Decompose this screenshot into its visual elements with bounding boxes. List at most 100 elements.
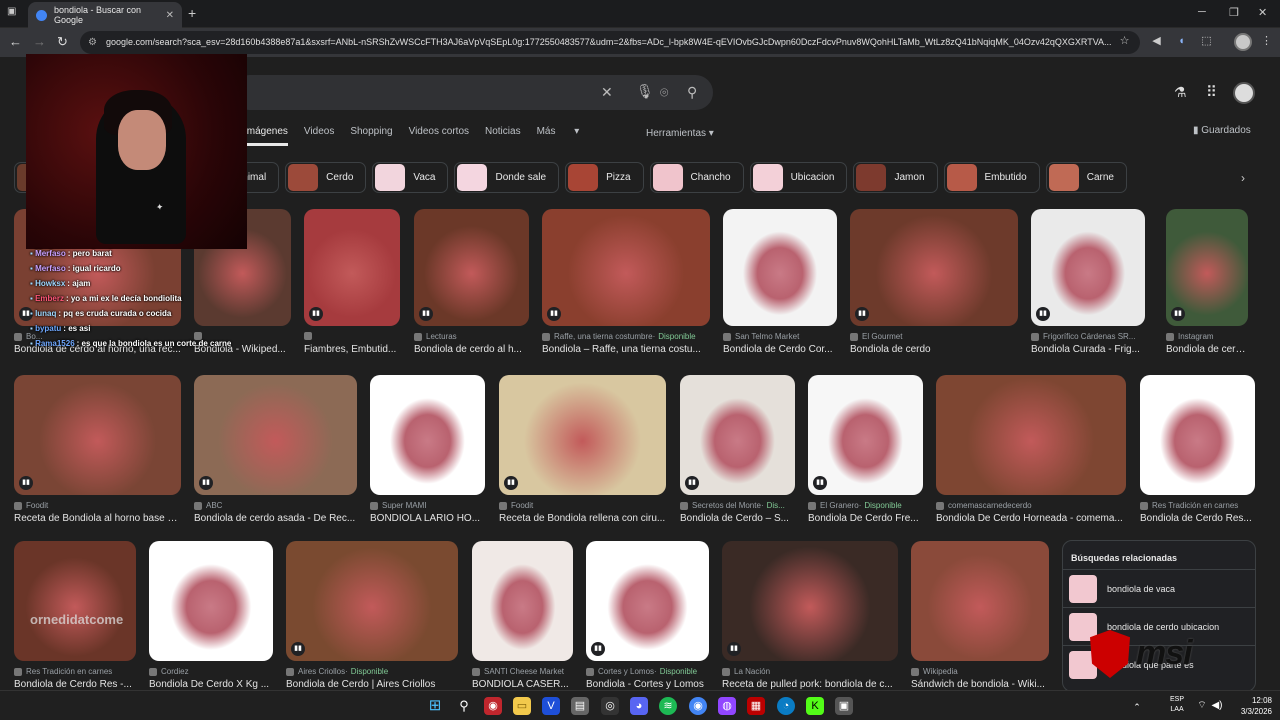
result-source[interactable]: comemascarnedecerdo [936,501,1126,510]
image-result[interactable]: ▮▮ Aires Criollos · Disponible Bondiola de… [286,541,458,690]
result-thumbnail[interactable] [911,541,1049,661]
result-thumbnail[interactable]: ▮▮ [194,375,357,495]
labs-flask-icon[interactable]: ⚗ [1174,84,1187,101]
result-source[interactable]: San Telmo Market [723,332,837,341]
result-title[interactable]: Bondiola Curada - Frig... [1031,344,1145,355]
image-result[interactable]: ▮▮ Foodit Receta de Bondiola rellena con c… [499,375,666,535]
image-result[interactable]: ▮▮ ABC Bondiola de cerdo asada - De Rec... [194,375,357,535]
result-source[interactable]: Lecturas [414,332,529,341]
result-source[interactable]: Foodit [14,501,181,510]
image-result[interactable]: ▮▮ Raffe, una tierna costumbre · Disponib… [542,209,710,366]
result-thumbnail[interactable]: ▮▮ [286,541,458,661]
image-result[interactable]: ▮▮ La Nación Receta de pulled pork: bondio… [722,541,898,690]
image-result[interactable]: ▮▮ Frigorífico Cárdenas SR... Bondiola Cur… [1031,209,1145,366]
browser-tab[interactable]: bondiola - Buscar con Google ✕ [28,2,182,28]
result-title[interactable]: BONDIOLA CASER... [472,679,573,690]
tray-chevron-icon[interactable]: ⌃ [1128,698,1146,716]
browser-menu-icon[interactable]: ⋮ [1260,35,1273,48]
image-result[interactable]: ▮▮ Secretos del Monte · Dis... Bondiola de… [680,375,795,535]
result-title[interactable]: Bondiola de cerdo al h... [414,344,529,355]
result-title[interactable]: Bondiola de Cerdo | Aires Criollos [286,679,458,690]
result-thumbnail[interactable] [370,375,485,495]
saved-button[interactable]: ▮ Guardados [1193,125,1251,136]
result-thumbnail[interactable]: ▮▮ [304,209,400,326]
result-thumbnail[interactable] [472,541,573,661]
result-source[interactable]: Res Tradición en carnes [1140,501,1255,510]
result-thumbnail[interactable] [723,209,837,326]
result-source[interactable]: SANTI Cheese Market [472,667,573,676]
result-title[interactable]: BONDIOLA LARIO HO... [370,513,485,524]
microphone-icon[interactable]: 🎙 [636,83,654,100]
result-title[interactable]: Fiambres, Embutid... [304,344,400,355]
app-gray-icon[interactable]: ▣ [835,697,853,715]
result-thumbnail[interactable] [936,375,1126,495]
image-result[interactable]: San Telmo Market Bondiola de Cerdo Cor... [723,209,837,366]
app-purple-icon[interactable]: ◍ [718,697,736,715]
result-thumbnail[interactable]: ▮▮ [499,375,666,495]
image-result[interactable]: ▮▮ Cortes y Lomos · Disponible Bondiola - … [586,541,709,690]
result-source[interactable]: ABC [194,501,357,510]
result-source[interactable] [304,332,400,340]
spotify-icon[interactable]: ≋ [659,697,677,715]
result-source[interactable]: Cordiez [149,667,273,676]
language-indicator[interactable]: ESP LAA [1170,695,1184,715]
back-icon[interactable]: ← [9,34,22,49]
result-title[interactable]: Bondiola - Cortes y Lomos [586,679,709,690]
result-title[interactable]: Receta de pulled pork: bondiola de c... [722,679,898,690]
result-source[interactable]: Raffe, una tierna costumbre · Disponible [542,332,710,341]
result-title[interactable]: Bondiola de cerdo asada - De Rec... [194,513,357,524]
result-title[interactable]: Bondiola De Cerdo Fre... [808,513,923,524]
tools-button[interactable]: Herramientas ▾ [646,128,714,139]
chip-chancho[interactable]: Chancho [649,162,744,193]
system-clock[interactable]: 12:08 3/3/2026 [1241,695,1272,717]
tab-news[interactable]: Noticias [485,126,521,146]
chip-vaca[interactable]: Vaca [372,162,449,193]
chip-carne[interactable]: Carne [1045,162,1127,193]
extensions-puzzle-icon[interactable]: ⬚ [1200,35,1213,48]
windows-start-icon[interactable]: ⊞ [426,697,444,715]
image-result[interactable]: ▮▮ El Gourmet Bondiola de cerdo [850,209,1018,366]
result-thumbnail[interactable]: ▮▮ [14,375,181,495]
result-thumbnail[interactable]: ▮▮ [542,209,710,326]
google-apps-icon[interactable]: ⠿ [1206,83,1217,101]
tab-images[interactable]: Imágenes [244,126,288,146]
result-thumbnail[interactable]: ▮▮ [414,209,529,326]
image-result[interactable]: Res Tradición en carnes Bondiola de Cerdo… [1140,375,1255,535]
lens-camera-icon[interactable]: ⌾ [660,84,668,101]
site-info-icon[interactable]: ⚙ [88,31,97,54]
forward-icon[interactable]: → [33,34,46,49]
image-result[interactable]: comemascarnedecerdo Bondiola De Cerdo Hor… [936,375,1126,535]
result-source[interactable]: Foodit [499,501,666,510]
app-red2-icon[interactable]: ▦ [747,697,765,715]
result-source[interactable]: Super MAMI [370,501,485,510]
obs-icon[interactable]: ◎ [601,697,619,715]
app-window-icon[interactable]: ▤ [571,697,589,715]
result-title[interactable]: Bondiola de Cerdo – S... [680,513,795,524]
image-result[interactable]: ▮▮ Fiambres, Embutid... [304,209,400,366]
image-result[interactable]: Wikipedia Sándwich de bondiola - Wiki... [911,541,1049,690]
result-thumbnail[interactable]: ▮▮ [722,541,898,661]
result-thumbnail[interactable] [149,541,273,661]
new-tab-icon[interactable]: + [188,5,196,21]
image-result[interactable]: ▮▮ El Granero · Disponible Bondiola De Cer… [808,375,923,535]
chrome-icon[interactable]: ◉ [689,697,707,715]
result-title[interactable]: Bondiola de cerdo ... [1166,344,1248,355]
result-source[interactable]: Aires Criollos · Disponible [286,667,458,676]
address-bar[interactable]: ⚙ google.com/search?sca_esv=28d160b4388e… [80,31,1140,54]
image-result[interactable]: SANTI Cheese Market BONDIOLA CASER... [472,541,573,690]
result-source[interactable]: Secretos del Monte · Dis... [680,501,795,510]
app-red-icon[interactable]: ◉ [484,697,502,715]
result-thumbnail[interactable]: ▮▮ [808,375,923,495]
tab-short-videos[interactable]: Videos cortos [409,126,469,146]
result-title[interactable]: Receta de Bondiola al horno base p... [14,513,181,524]
chip-embutido[interactable]: Embutido [943,162,1040,193]
result-source[interactable]: Cortes y Lomos · Disponible [586,667,709,676]
close-window-icon[interactable]: ✕ [1258,6,1267,19]
minimize-icon[interactable]: ─ [1198,6,1206,18]
result-title[interactable]: Receta de Bondiola rellena con ciru... [499,513,666,524]
search-icon[interactable]: ⚲ [455,697,473,715]
edge-icon[interactable]: ◔ [777,697,795,715]
chip-ubicacion[interactable]: Ubicacion [749,162,848,193]
result-title[interactable]: Bondiola de Cerdo Cor... [723,344,837,355]
volume-icon[interactable]: ◀) [1208,697,1226,715]
